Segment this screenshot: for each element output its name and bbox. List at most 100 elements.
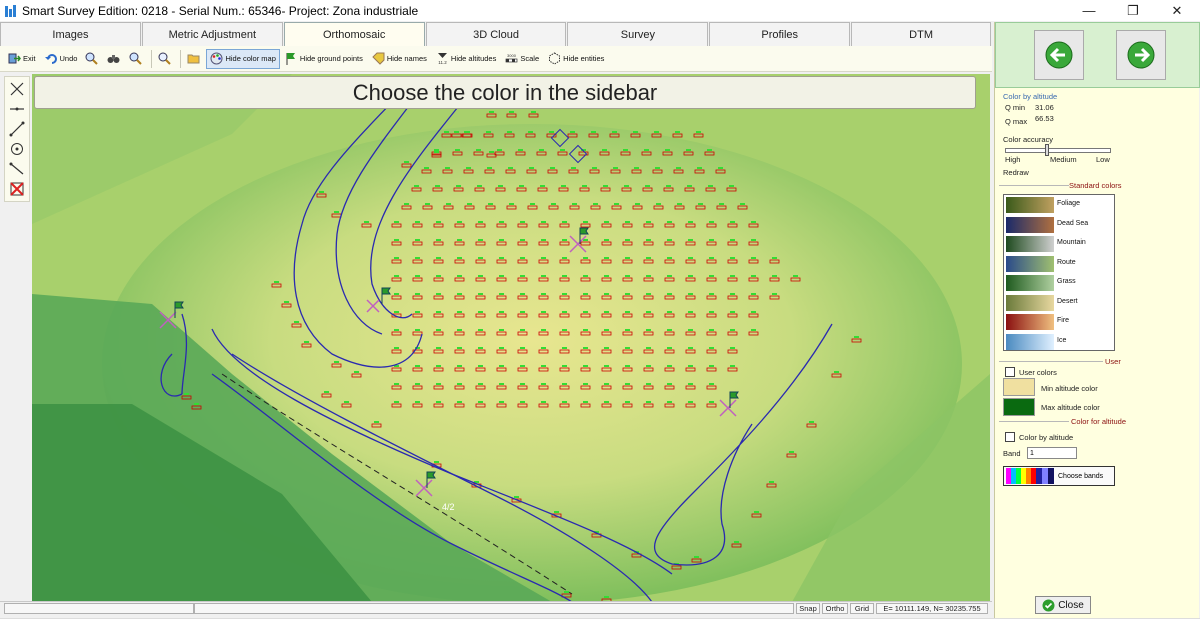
accuracy-slider-thumb[interactable] — [1045, 144, 1049, 156]
ground-point-marker — [499, 383, 504, 385]
redraw-link[interactable]: Redraw — [1003, 168, 1029, 177]
zoom-out-button[interactable] — [126, 49, 147, 69]
ground-point-marker — [509, 111, 514, 113]
ground-point-marker — [415, 293, 420, 295]
color-by-altitude-label: Color by altitude — [1019, 433, 1074, 442]
next-button[interactable] — [1116, 30, 1166, 80]
tab-orthomosaic[interactable]: Orthomosaic — [283, 22, 425, 46]
min-altitude-color-swatch[interactable] — [1003, 378, 1035, 396]
color-map-canvas[interactable]: 4/2 — [32, 74, 990, 602]
tab-metric-adjustment[interactable]: Metric Adjustment — [141, 22, 283, 46]
target-point-icon[interactable] — [9, 141, 25, 157]
ground-point-marker — [304, 341, 309, 343]
ground-point-marker — [514, 496, 519, 498]
ground-point-marker — [646, 221, 651, 223]
swatch-label: Foliage — [1057, 200, 1080, 207]
divider — [999, 185, 1069, 186]
ground-point-marker — [531, 111, 536, 113]
ground-point-marker — [854, 336, 859, 338]
orthomosaic-map[interactable]: 4/2 — [32, 74, 990, 602]
ground-point-marker — [667, 347, 672, 349]
hide-ground-points-button[interactable]: Hide ground points — [281, 49, 367, 69]
swatch-grass[interactable]: Grass — [1005, 274, 1113, 292]
swatch-dead-sea[interactable]: Dead Sea — [1005, 216, 1113, 234]
hide-color-map-button[interactable]: Hide color map — [206, 48, 280, 69]
snap-toggle[interactable]: Snap — [796, 603, 820, 614]
ground-point-marker — [583, 275, 588, 277]
horizontal-line-icon[interactable] — [9, 101, 25, 117]
swatch-route[interactable]: Route — [1005, 255, 1113, 273]
ground-point-marker — [646, 275, 651, 277]
exit-button[interactable]: Exit — [4, 49, 40, 69]
ground-point-marker — [562, 293, 567, 295]
tab-images[interactable]: Images — [0, 22, 141, 46]
grid-toggle[interactable]: Grid — [850, 603, 874, 614]
ground-point-marker — [834, 371, 839, 373]
ground-point-marker — [667, 221, 672, 223]
ortho-toggle[interactable]: Ortho — [822, 603, 848, 614]
minimize-button[interactable]: — — [1066, 0, 1112, 21]
maximize-button[interactable]: ❐ — [1110, 0, 1156, 21]
color-by-altitude-checkbox[interactable] — [1005, 432, 1015, 442]
ground-point-marker — [667, 401, 672, 403]
polyline-icon[interactable] — [9, 121, 25, 137]
ground-point-marker — [488, 203, 493, 205]
ground-point-marker — [686, 149, 691, 151]
qmax-value: 66.53 — [1035, 114, 1054, 123]
hide-names-label: Hide names — [386, 54, 427, 63]
ground-point-marker — [520, 221, 525, 223]
ground-point-marker — [436, 239, 441, 241]
previous-button[interactable] — [1034, 30, 1084, 80]
ground-point-marker — [319, 191, 324, 193]
tab-profiles[interactable]: Profiles — [709, 22, 851, 46]
ground-point-marker — [604, 293, 609, 295]
delete-icon[interactable] — [9, 181, 25, 197]
ground-point-marker — [583, 365, 588, 367]
ground-point-marker — [625, 365, 630, 367]
swatch-foliage[interactable]: Foliage — [1005, 196, 1113, 214]
swatch-fire[interactable]: Fire — [1005, 313, 1113, 331]
ground-point-marker — [667, 329, 672, 331]
ground-point-marker — [718, 167, 723, 169]
ground-point-marker — [582, 185, 587, 187]
undo-button[interactable]: Undo — [41, 49, 82, 69]
measure-line-icon[interactable] — [9, 161, 25, 177]
zoom-extents-button[interactable] — [155, 49, 176, 69]
exit-label: Exit — [23, 54, 36, 63]
choose-bands-button[interactable]: Choose bands — [1003, 466, 1115, 486]
cross-icon[interactable] — [9, 81, 25, 97]
ground-point-marker — [541, 239, 546, 241]
scale-button[interactable]: 3000 Scale — [501, 49, 543, 69]
swatch-desert[interactable]: Desert — [1005, 294, 1113, 312]
hide-entities-button[interactable]: Hide entities — [544, 49, 608, 69]
hide-altitudes-button[interactable]: 11.2 Hide altitudes — [432, 49, 500, 69]
close-window-button[interactable]: ✕ — [1154, 0, 1200, 21]
ground-point-marker — [434, 151, 439, 153]
ground-point-marker — [457, 329, 462, 331]
ground-point-marker — [541, 275, 546, 277]
ground-point-marker — [667, 257, 672, 259]
ground-point-marker — [675, 131, 680, 133]
ground-point-marker — [435, 185, 440, 187]
tab-dtm[interactable]: DTM — [851, 22, 992, 46]
user-colors-checkbox[interactable] — [1005, 367, 1015, 377]
open-button[interactable] — [184, 49, 205, 69]
hide-names-button[interactable]: Hide names — [368, 49, 431, 69]
close-button[interactable]: Close — [1035, 596, 1091, 614]
exit-icon — [8, 53, 21, 64]
band-input[interactable]: 1 — [1027, 447, 1077, 459]
camera-button[interactable] — [104, 49, 125, 69]
ground-point-marker — [698, 203, 703, 205]
ground-point-marker — [635, 203, 640, 205]
ground-point-marker — [646, 383, 651, 385]
ground-point-marker — [625, 275, 630, 277]
max-altitude-color-swatch[interactable] — [1003, 398, 1035, 416]
zoom-in-button[interactable] — [82, 49, 103, 69]
swatch-ice[interactable]: Ice — [1005, 333, 1113, 351]
accuracy-slider-track[interactable] — [1005, 148, 1111, 153]
ground-point-marker — [520, 347, 525, 349]
swatch-mountain[interactable]: Mountain — [1005, 235, 1113, 253]
swatch-label: Fire — [1057, 317, 1070, 324]
tab-3d-cloud[interactable]: 3D Cloud — [425, 22, 567, 46]
tab-survey[interactable]: Survey — [567, 22, 709, 46]
